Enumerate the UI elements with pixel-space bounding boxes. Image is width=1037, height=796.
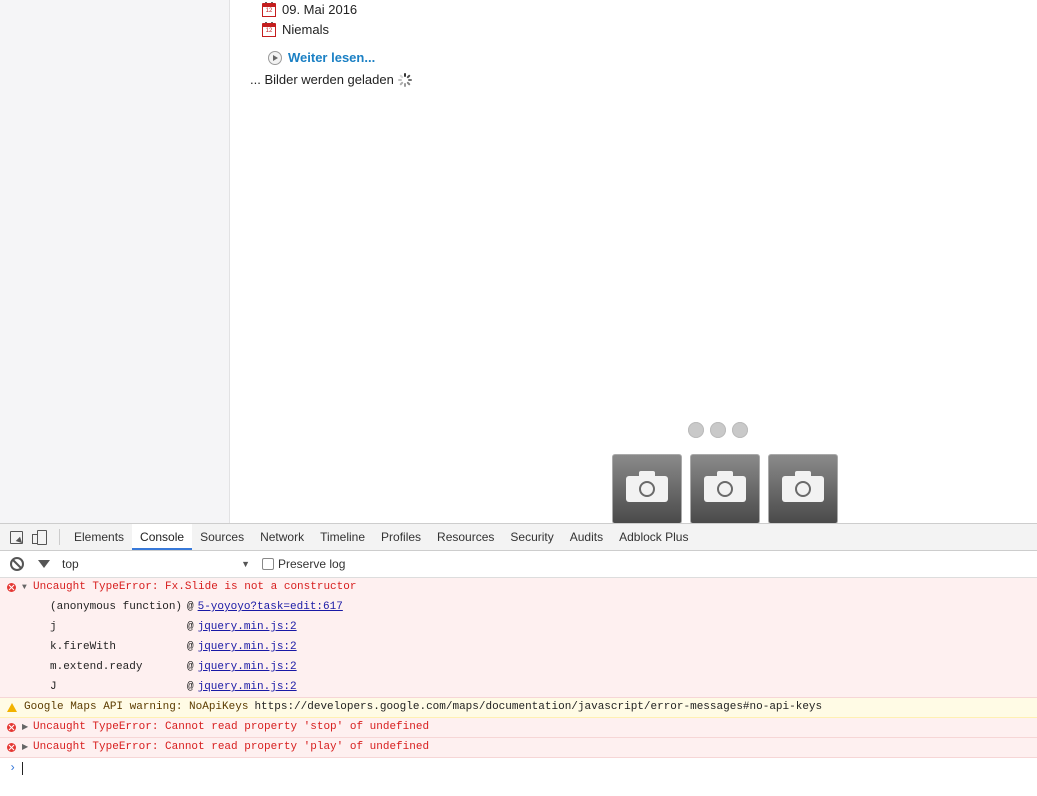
dropdown-arrow-icon: ▼	[241, 559, 250, 569]
source-link[interactable]: jquery.min.js:2	[198, 637, 297, 657]
stack-frame: k.fireWith @ jquery.min.js:2	[50, 637, 1037, 657]
prompt-icon: ›	[9, 761, 17, 775]
clear-console-icon[interactable]	[10, 557, 24, 571]
camera-icon	[704, 471, 746, 502]
image-thumbnail[interactable]	[612, 454, 682, 524]
devtools-panel: Elements Console Sources Network Timelin…	[0, 523, 1037, 796]
context-value: top	[62, 557, 79, 571]
slider-dot[interactable]	[710, 422, 726, 438]
play-icon	[268, 50, 282, 65]
publish-date-row: 12 09. Mai 2016	[262, 2, 357, 17]
source-link[interactable]: jquery.min.js:2	[198, 677, 297, 697]
expiry-date-row: 12 Niemals	[262, 22, 329, 37]
error-icon	[7, 743, 16, 752]
stack-frame: J @ jquery.min.js:2	[50, 677, 1037, 697]
console-filterbar: top ▼ Preserve log	[0, 551, 1037, 578]
preserve-log-option[interactable]: Preserve log	[262, 557, 345, 571]
read-more-label: Weiter lesen...	[288, 50, 376, 65]
warning-url[interactable]: https://developers.google.com/maps/docum…	[254, 698, 822, 717]
slider-dot[interactable]	[732, 422, 748, 438]
error-icon	[7, 723, 16, 732]
filter-icon[interactable]	[38, 560, 50, 568]
slider-dot[interactable]	[688, 422, 704, 438]
tab-console[interactable]: Console	[132, 524, 193, 550]
source-link[interactable]: jquery.min.js:2	[198, 617, 297, 637]
expand-triangle-icon[interactable]: ▼	[22, 578, 29, 597]
loading-indicator: ... Bilder werden geladen	[250, 72, 412, 87]
tab-sources[interactable]: Sources	[192, 524, 252, 550]
console-output: ▼ Uncaught TypeError: Fx.Slide is not a …	[0, 578, 1037, 778]
stack-trace: (anonymous function) @5-yoyoyo?task=edit:…	[0, 597, 1037, 697]
tab-profiles[interactable]: Profiles	[373, 524, 429, 550]
stack-frame: (anonymous function) @5-yoyoyo?task=edit:…	[50, 597, 1037, 617]
console-error: ▶ Uncaught TypeError: Cannot read proper…	[0, 718, 1037, 738]
tab-timeline[interactable]: Timeline	[312, 524, 373, 550]
console-error: ▼ Uncaught TypeError: Fx.Slide is not a …	[0, 578, 1037, 698]
stack-frame: m.extend.ready @ jquery.min.js:2	[50, 657, 1037, 677]
spinner-icon	[397, 72, 412, 87]
source-link[interactable]: 5-yoyoyo?task=edit:617	[198, 597, 343, 617]
stack-frame: j @ jquery.min.js:2	[50, 617, 1037, 637]
tab-resources[interactable]: Resources	[429, 524, 502, 550]
expand-triangle-icon[interactable]: ▶	[22, 718, 29, 737]
expiry-date: Niemals	[282, 22, 329, 37]
publish-date: 09. Mai 2016	[282, 2, 358, 17]
error-text: Uncaught TypeError: Fx.Slide is not a co…	[33, 581, 357, 593]
error-text: Uncaught TypeError: Cannot read property…	[33, 741, 430, 753]
console-prompt[interactable]: ›	[0, 758, 1037, 778]
inspect-element-icon[interactable]	[10, 530, 23, 544]
read-more-link[interactable]: Weiter lesen...	[268, 50, 375, 65]
error-text: Uncaught TypeError: Cannot read property…	[33, 721, 430, 733]
warning-icon	[7, 703, 17, 712]
calendar-icon: 12	[262, 22, 276, 37]
tab-security[interactable]: Security	[502, 524, 561, 550]
source-link[interactable]: jquery.min.js:2	[198, 657, 297, 677]
camera-icon	[626, 471, 668, 502]
web-page: 12 09. Mai 2016 12 Niemals Weiter lesen.…	[0, 0, 1037, 524]
console-warning: Google Maps API warning: NoApiKeys https…	[0, 698, 1037, 718]
context-selector[interactable]: top ▼	[62, 557, 252, 571]
left-sidebar	[0, 0, 230, 523]
loading-text: ... Bilder werden geladen	[250, 72, 394, 87]
preserve-log-label: Preserve log	[278, 557, 346, 571]
image-thumbnails	[612, 454, 846, 524]
error-icon	[7, 583, 16, 592]
expand-triangle-icon[interactable]: ▶	[22, 738, 29, 757]
camera-icon	[782, 471, 824, 502]
text-caret	[22, 761, 24, 775]
devtools-tabbar: Elements Console Sources Network Timelin…	[0, 524, 1037, 551]
device-mode-icon[interactable]	[32, 529, 47, 545]
tab-network[interactable]: Network	[252, 524, 312, 550]
console-error: ▶ Uncaught TypeError: Cannot read proper…	[0, 738, 1037, 758]
tab-audits[interactable]: Audits	[562, 524, 611, 550]
calendar-icon: 12	[262, 2, 276, 17]
preserve-log-checkbox[interactable]	[262, 558, 274, 570]
warning-text: Google Maps API warning: NoApiKeys	[24, 701, 249, 713]
toolbar-divider	[59, 529, 60, 545]
tab-adblock-plus[interactable]: Adblock Plus	[611, 524, 696, 550]
slider-dots	[688, 422, 754, 438]
image-thumbnail[interactable]	[690, 454, 760, 524]
image-thumbnail[interactable]	[768, 454, 838, 524]
tab-elements[interactable]: Elements	[66, 524, 132, 550]
